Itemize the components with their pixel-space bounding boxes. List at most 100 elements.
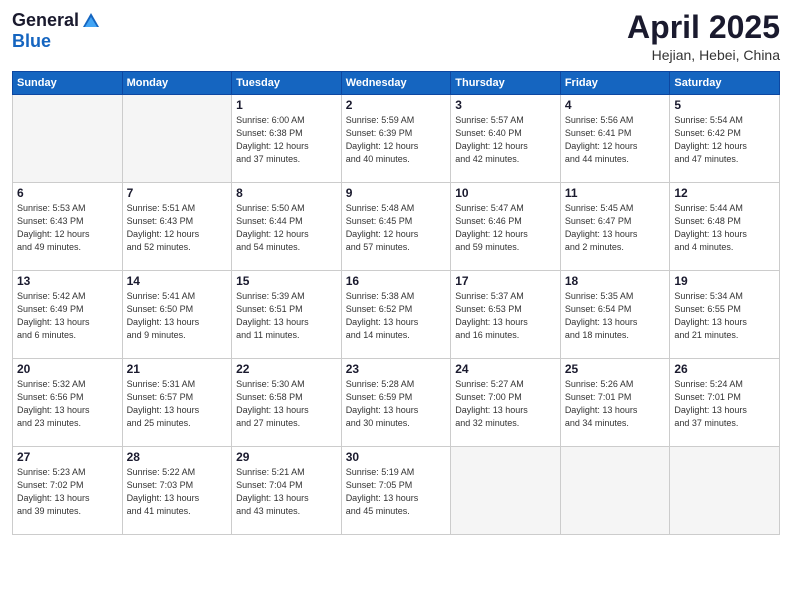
calendar-day-cell: 24 Sunrise: 5:27 AM Sunset: 7:00 PM Dayli…: [451, 359, 561, 447]
day-info: Sunrise: 5:32 AM Sunset: 6:56 PM Dayligh…: [17, 378, 118, 430]
calendar-day-cell: 8 Sunrise: 5:50 AM Sunset: 6:44 PM Daylig…: [232, 183, 342, 271]
day-info: Sunrise: 5:37 AM Sunset: 6:53 PM Dayligh…: [455, 290, 556, 342]
weekday-header: Saturday: [670, 72, 780, 95]
calendar: SundayMondayTuesdayWednesdayThursdayFrid…: [12, 71, 780, 535]
day-number: 1: [236, 98, 337, 112]
day-number: 16: [346, 274, 447, 288]
calendar-day-cell: 11 Sunrise: 5:45 AM Sunset: 6:47 PM Dayli…: [560, 183, 670, 271]
calendar-day-cell: [670, 447, 780, 535]
logo-icon: [81, 11, 101, 31]
day-number: 21: [127, 362, 228, 376]
calendar-day-cell: 28Sunrise: 5:22 AM Sunset: 7:03 PM Dayli…: [122, 447, 232, 535]
calendar-day-cell: 4Sunrise: 5:56 AM Sunset: 6:41 PM Daylig…: [560, 95, 670, 183]
day-number: 5: [674, 98, 775, 112]
calendar-day-cell: 19 Sunrise: 5:34 AM Sunset: 6:55 PM Dayli…: [670, 271, 780, 359]
day-number: 19: [674, 274, 775, 288]
month-title: April 2025: [627, 10, 780, 45]
calendar-day-cell: 1 Sunrise: 6:00 AM Sunset: 6:38 PM Daylig…: [232, 95, 342, 183]
weekday-header: Wednesday: [341, 72, 451, 95]
calendar-day-cell: 15Sunrise: 5:39 AM Sunset: 6:51 PM Dayli…: [232, 271, 342, 359]
calendar-day-cell: 22 Sunrise: 5:30 AM Sunset: 6:58 PM Dayli…: [232, 359, 342, 447]
day-info: Sunrise: 6:00 AM Sunset: 6:38 PM Dayligh…: [236, 114, 337, 166]
day-number: 7: [127, 186, 228, 200]
calendar-week-row: 20 Sunrise: 5:32 AM Sunset: 6:56 PM Dayli…: [13, 359, 780, 447]
day-info: Sunrise: 5:44 AM Sunset: 6:48 PM Dayligh…: [674, 202, 775, 254]
day-info: Sunrise: 5:34 AM Sunset: 6:55 PM Dayligh…: [674, 290, 775, 342]
calendar-day-cell: 26Sunrise: 5:24 AM Sunset: 7:01 PM Dayli…: [670, 359, 780, 447]
calendar-week-row: 6 Sunrise: 5:53 AM Sunset: 6:43 PM Daylig…: [13, 183, 780, 271]
calendar-day-cell: 21Sunrise: 5:31 AM Sunset: 6:57 PM Dayli…: [122, 359, 232, 447]
header: General Blue April 2025 Hejian, Hebei, C…: [12, 10, 780, 63]
day-info: Sunrise: 5:53 AM Sunset: 6:43 PM Dayligh…: [17, 202, 118, 254]
calendar-day-cell: [451, 447, 561, 535]
calendar-day-cell: 17 Sunrise: 5:37 AM Sunset: 6:53 PM Dayli…: [451, 271, 561, 359]
calendar-day-cell: 23Sunrise: 5:28 AM Sunset: 6:59 PM Dayli…: [341, 359, 451, 447]
day-info: Sunrise: 5:47 AM Sunset: 6:46 PM Dayligh…: [455, 202, 556, 254]
day-number: 2: [346, 98, 447, 112]
day-info: Sunrise: 5:48 AM Sunset: 6:45 PM Dayligh…: [346, 202, 447, 254]
day-number: 17: [455, 274, 556, 288]
day-info: Sunrise: 5:50 AM Sunset: 6:44 PM Dayligh…: [236, 202, 337, 254]
day-info: Sunrise: 5:51 AM Sunset: 6:43 PM Dayligh…: [127, 202, 228, 254]
logo: General Blue: [12, 10, 101, 52]
day-number: 22: [236, 362, 337, 376]
day-info: Sunrise: 5:59 AM Sunset: 6:39 PM Dayligh…: [346, 114, 447, 166]
calendar-day-cell: 30 Sunrise: 5:19 AM Sunset: 7:05 PM Dayli…: [341, 447, 451, 535]
day-number: 27: [17, 450, 118, 464]
calendar-day-cell: 6 Sunrise: 5:53 AM Sunset: 6:43 PM Daylig…: [13, 183, 123, 271]
calendar-day-cell: 5Sunrise: 5:54 AM Sunset: 6:42 PM Daylig…: [670, 95, 780, 183]
day-info: Sunrise: 5:45 AM Sunset: 6:47 PM Dayligh…: [565, 202, 666, 254]
day-info: Sunrise: 5:35 AM Sunset: 6:54 PM Dayligh…: [565, 290, 666, 342]
calendar-day-cell: 29 Sunrise: 5:21 AM Sunset: 7:04 PM Dayli…: [232, 447, 342, 535]
day-number: 6: [17, 186, 118, 200]
calendar-day-cell: 9 Sunrise: 5:48 AM Sunset: 6:45 PM Daylig…: [341, 183, 451, 271]
day-info: Sunrise: 5:39 AM Sunset: 6:51 PM Dayligh…: [236, 290, 337, 342]
day-info: Sunrise: 5:19 AM Sunset: 7:05 PM Dayligh…: [346, 466, 447, 518]
weekday-header: Tuesday: [232, 72, 342, 95]
day-number: 30: [346, 450, 447, 464]
calendar-day-cell: [13, 95, 123, 183]
weekday-header: Friday: [560, 72, 670, 95]
day-info: Sunrise: 5:26 AM Sunset: 7:01 PM Dayligh…: [565, 378, 666, 430]
calendar-day-cell: 7 Sunrise: 5:51 AM Sunset: 6:43 PM Daylig…: [122, 183, 232, 271]
day-number: 8: [236, 186, 337, 200]
calendar-day-cell: 20 Sunrise: 5:32 AM Sunset: 6:56 PM Dayli…: [13, 359, 123, 447]
calendar-day-cell: [122, 95, 232, 183]
day-number: 20: [17, 362, 118, 376]
weekday-header: Thursday: [451, 72, 561, 95]
day-info: Sunrise: 5:22 AM Sunset: 7:03 PM Dayligh…: [127, 466, 228, 518]
calendar-day-cell: 12Sunrise: 5:44 AM Sunset: 6:48 PM Dayli…: [670, 183, 780, 271]
calendar-day-cell: 10 Sunrise: 5:47 AM Sunset: 6:46 PM Dayli…: [451, 183, 561, 271]
logo-blue: Blue: [12, 31, 51, 52]
calendar-day-cell: 3 Sunrise: 5:57 AM Sunset: 6:40 PM Daylig…: [451, 95, 561, 183]
day-number: 24: [455, 362, 556, 376]
calendar-day-cell: 16Sunrise: 5:38 AM Sunset: 6:52 PM Dayli…: [341, 271, 451, 359]
day-number: 29: [236, 450, 337, 464]
day-number: 18: [565, 274, 666, 288]
day-info: Sunrise: 5:30 AM Sunset: 6:58 PM Dayligh…: [236, 378, 337, 430]
logo-general: General: [12, 10, 79, 31]
calendar-week-row: 13Sunrise: 5:42 AM Sunset: 6:49 PM Dayli…: [13, 271, 780, 359]
day-number: 11: [565, 186, 666, 200]
weekday-header: Sunday: [13, 72, 123, 95]
day-number: 10: [455, 186, 556, 200]
day-info: Sunrise: 5:57 AM Sunset: 6:40 PM Dayligh…: [455, 114, 556, 166]
calendar-day-cell: 2 Sunrise: 5:59 AM Sunset: 6:39 PM Daylig…: [341, 95, 451, 183]
calendar-day-cell: 27Sunrise: 5:23 AM Sunset: 7:02 PM Dayli…: [13, 447, 123, 535]
day-number: 9: [346, 186, 447, 200]
day-number: 25: [565, 362, 666, 376]
day-number: 26: [674, 362, 775, 376]
calendar-day-cell: 18 Sunrise: 5:35 AM Sunset: 6:54 PM Dayli…: [560, 271, 670, 359]
day-number: 3: [455, 98, 556, 112]
calendar-day-cell: 14Sunrise: 5:41 AM Sunset: 6:50 PM Dayli…: [122, 271, 232, 359]
day-number: 4: [565, 98, 666, 112]
day-number: 14: [127, 274, 228, 288]
calendar-day-cell: 13Sunrise: 5:42 AM Sunset: 6:49 PM Dayli…: [13, 271, 123, 359]
calendar-day-cell: 25 Sunrise: 5:26 AM Sunset: 7:01 PM Dayli…: [560, 359, 670, 447]
day-info: Sunrise: 5:27 AM Sunset: 7:00 PM Dayligh…: [455, 378, 556, 430]
calendar-week-row: 1 Sunrise: 6:00 AM Sunset: 6:38 PM Daylig…: [13, 95, 780, 183]
day-number: 23: [346, 362, 447, 376]
page-container: General Blue April 2025 Hejian, Hebei, C…: [0, 0, 792, 612]
day-info: Sunrise: 5:42 AM Sunset: 6:49 PM Dayligh…: [17, 290, 118, 342]
day-info: Sunrise: 5:21 AM Sunset: 7:04 PM Dayligh…: [236, 466, 337, 518]
